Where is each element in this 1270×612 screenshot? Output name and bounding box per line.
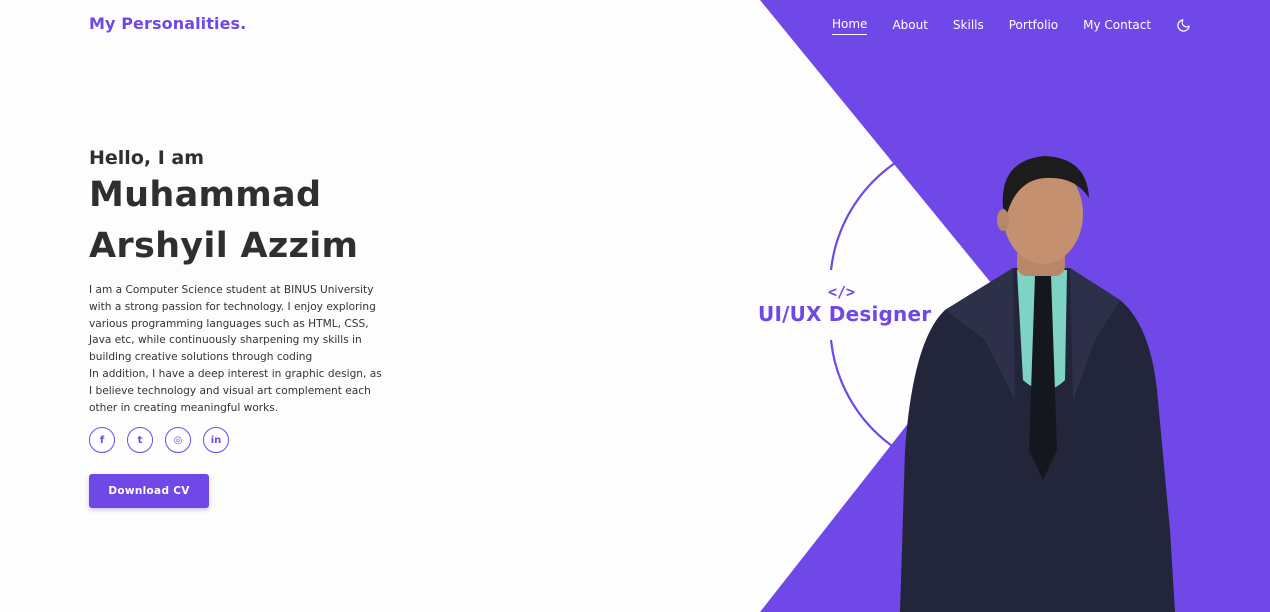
name-line-2: Arshyil Azzim — [89, 226, 359, 266]
greeting-text: Hello, I am — [89, 147, 205, 169]
bio-paragraph-2: In addition, I have a deep interest in g… — [89, 367, 382, 414]
code-icon: </> — [828, 283, 856, 301]
profile-photo — [900, 156, 1175, 612]
nav-menu: Home About Skills Portfolio My Contact — [832, 17, 1192, 35]
twitter-icon[interactable]: t — [127, 427, 153, 453]
instagram-icon[interactable]: ◎ — [165, 427, 191, 453]
moon-icon[interactable] — [1176, 18, 1192, 34]
nav-link-about[interactable]: About — [892, 18, 927, 35]
facebook-icon[interactable]: f — [89, 427, 115, 453]
bio-text: I am a Computer Science student at BINUS… — [89, 282, 385, 416]
site-logo[interactable]: My Personalities. — [89, 14, 246, 33]
linkedin-icon[interactable]: in — [203, 427, 229, 453]
nav-link-my-contact[interactable]: My Contact — [1083, 18, 1151, 35]
nav-link-portfolio[interactable]: Portfolio — [1009, 18, 1058, 35]
download-cv-button[interactable]: Download CV — [89, 474, 209, 508]
social-links: f t ◎ in — [89, 427, 241, 453]
bio-paragraph-1: I am a Computer Science student at BINUS… — [89, 284, 376, 364]
hero-section: Hello, I am Muhammad Arshyil Azzim I am … — [89, 146, 389, 416]
nav-link-home[interactable]: Home — [832, 17, 868, 35]
navbar: My Personalities. Home About Skills Port… — [0, 0, 1270, 50]
nav-link-skills[interactable]: Skills — [953, 18, 984, 35]
name-line-1: Muhammad — [89, 175, 322, 215]
